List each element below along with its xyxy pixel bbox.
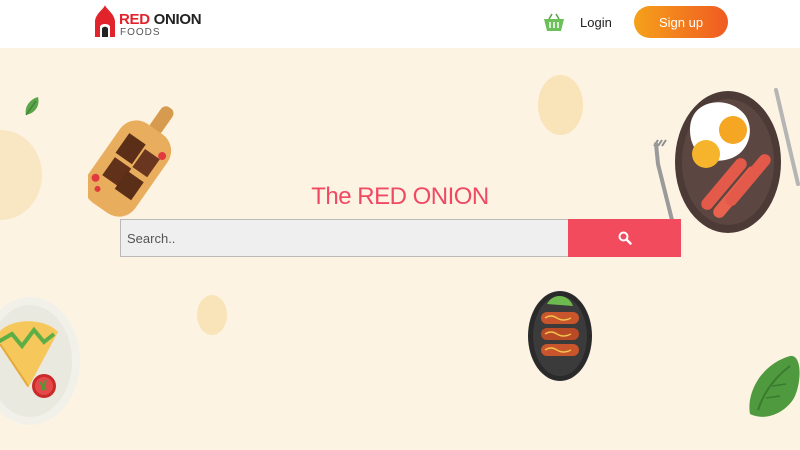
taco-plate-illustration: [0, 297, 80, 425]
onion-house-logo-icon: [95, 5, 115, 37]
search-button[interactable]: [568, 219, 681, 257]
signup-button[interactable]: Sign up: [634, 6, 728, 38]
brand-logo[interactable]: RED ONION FOODS: [92, 5, 202, 41]
login-link[interactable]: Login: [580, 15, 612, 30]
hero-title: The RED ONION: [311, 183, 489, 210]
search-input[interactable]: [120, 219, 568, 257]
cart-icon[interactable]: [542, 11, 566, 35]
leaf-illustration: [25, 97, 39, 116]
decor-circle-top: [538, 75, 583, 135]
lettuce-illustration: [749, 355, 800, 417]
grilled-sausage-plate-illustration: [528, 291, 592, 381]
navbar: RED ONION FOODS Login Sign up: [0, 0, 800, 48]
chocolate-board-illustration: [88, 106, 174, 217]
decor-circle-small: [197, 295, 227, 335]
logo-title-dark: ONION: [153, 11, 202, 28]
search-icon: [618, 231, 632, 245]
logo-title-red: RED: [119, 11, 150, 28]
search-bar: [120, 219, 681, 257]
logo-title: RED ONION: [119, 11, 202, 28]
logo-subtitle: FOODS: [120, 27, 161, 38]
